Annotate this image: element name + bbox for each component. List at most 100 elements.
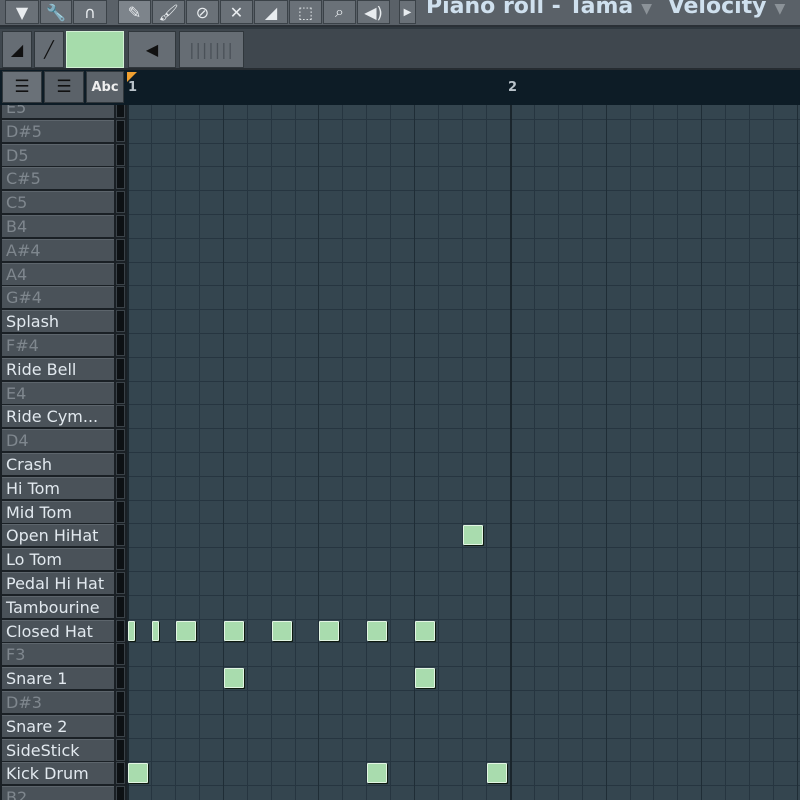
piano-key[interactable]: F#4 [2, 334, 114, 356]
piano-key[interactable]: C#5 [2, 167, 114, 190]
piano-key[interactable]: F3 [2, 643, 114, 666]
piano-key[interactable]: G#4 [2, 286, 114, 309]
select-icon[interactable]: ⬚ [289, 0, 322, 24]
note[interactable] [128, 763, 148, 784]
piano-key[interactable]: D4 [2, 429, 114, 452]
step-scroll-handle[interactable]: ||||||| [179, 31, 244, 68]
key-slider-knob[interactable] [116, 643, 125, 666]
key-slider-knob[interactable] [116, 119, 125, 142]
key-slider-knob[interactable] [116, 714, 125, 737]
note[interactable] [128, 620, 135, 641]
piano-key[interactable]: Mid Tom [2, 500, 114, 523]
piano-key[interactable]: D#3 [2, 691, 114, 713]
piano-key[interactable]: Crash [2, 453, 114, 475]
note[interactable] [175, 620, 196, 641]
piano-key[interactable]: Open HiHat [2, 524, 114, 547]
target-control-select[interactable]: Velocity [668, 0, 767, 19]
playhead-marker[interactable] [127, 72, 137, 82]
key-slider-knob[interactable] [116, 476, 125, 499]
piano-key[interactable]: Kick Drum [2, 762, 114, 785]
note[interactable] [223, 668, 244, 689]
key-slider-knob[interactable] [116, 619, 125, 642]
note[interactable] [151, 620, 159, 641]
piano-key[interactable]: Tambourine [2, 595, 114, 618]
scroll-left-button[interactable]: ◀ [128, 31, 176, 68]
key-slider-knob[interactable] [116, 524, 125, 547]
menu-arrow-icon[interactable]: ▼ [5, 0, 39, 24]
piano-key[interactable]: Pedal Hi Hat [2, 572, 114, 594]
line-tool-icon[interactable]: ╱ [34, 31, 64, 68]
delete-icon[interactable]: ⊘ [186, 0, 219, 24]
slide-tool-icon[interactable]: ◢ [2, 31, 32, 68]
piano-key[interactable]: E4 [2, 381, 114, 404]
key-slider-knob[interactable] [116, 548, 125, 571]
piano-key[interactable]: B2 [2, 786, 114, 800]
key-slider-knob[interactable] [116, 572, 125, 594]
note[interactable] [415, 620, 436, 641]
piano-key[interactable]: D5 [2, 143, 114, 166]
key-slider-knob[interactable] [116, 453, 125, 475]
key-slider-knob[interactable] [116, 738, 125, 761]
piano-key[interactable]: Snare 1 [2, 667, 114, 690]
mute-icon[interactable]: ✕ [220, 0, 253, 24]
key-slider-knob[interactable] [116, 334, 125, 356]
playback-icon[interactable]: ◀) [357, 0, 390, 24]
key-slider-knob[interactable] [116, 167, 125, 190]
piano-key[interactable]: C5 [2, 191, 114, 214]
paint-brush-icon[interactable]: 🖌 [152, 0, 185, 24]
key-slider-knob[interactable] [116, 105, 125, 118]
keyboard-view-icon[interactable]: ☰ [2, 71, 42, 103]
piano-key[interactable]: D#5 [2, 119, 114, 142]
piano-roll-title[interactable]: Piano roll - Tama [426, 0, 633, 19]
chevron-down-icon[interactable]: ▼ [641, 1, 652, 17]
key-slider-knob[interactable] [116, 405, 125, 428]
key-slider-knob[interactable] [116, 595, 125, 618]
note[interactable] [486, 763, 507, 784]
note[interactable] [367, 763, 388, 784]
key-slider-knob[interactable] [116, 238, 125, 261]
note-color-swatch[interactable] [66, 31, 124, 68]
note[interactable] [223, 620, 244, 641]
slice-icon[interactable]: ◢ [254, 0, 288, 24]
pencil-icon[interactable]: ✎ [118, 0, 151, 24]
key-slider-knob[interactable] [116, 786, 125, 800]
keyboard-mode-icon[interactable]: ☰ [44, 71, 84, 103]
key-slider-knob[interactable] [116, 667, 125, 690]
note-names-button[interactable]: Abc [86, 71, 124, 103]
note[interactable] [367, 620, 388, 641]
note-grid[interactable] [127, 105, 800, 800]
key-slider-knob[interactable] [116, 310, 125, 333]
key-slider-knob[interactable] [116, 286, 125, 309]
key-slider-knob[interactable] [116, 429, 125, 452]
piano-key[interactable]: Ride Bell [2, 357, 114, 380]
key-slider-knob[interactable] [116, 500, 125, 523]
piano-key[interactable]: Lo Tom [2, 548, 114, 571]
note[interactable] [415, 668, 436, 689]
piano-key[interactable]: Closed Hat [2, 619, 114, 642]
key-slider-knob[interactable] [116, 691, 125, 713]
zoom-icon[interactable]: ⌕ [323, 0, 356, 24]
piano-key[interactable]: Ride Cym... [2, 405, 114, 428]
key-slider-knob[interactable] [116, 381, 125, 404]
chevron-down-icon[interactable]: ▼ [775, 1, 786, 17]
note[interactable] [319, 620, 340, 641]
expand-arrow-icon[interactable]: ▶ [399, 0, 416, 24]
key-slider-knob[interactable] [116, 357, 125, 380]
piano-key[interactable]: SideStick [2, 738, 114, 761]
wrench-icon[interactable]: 🔧 [40, 0, 72, 24]
piano-key[interactable]: A4 [2, 262, 114, 285]
magnet-icon[interactable]: ∩ [73, 0, 107, 24]
note[interactable] [271, 620, 292, 641]
note[interactable] [463, 525, 484, 546]
key-slider-knob[interactable] [116, 191, 125, 214]
key-slider-knob[interactable] [116, 143, 125, 166]
piano-key[interactable]: E5 [2, 105, 114, 118]
key-slider-knob[interactable] [116, 215, 125, 237]
piano-key[interactable]: Splash [2, 310, 114, 333]
piano-key[interactable]: A#4 [2, 238, 114, 261]
key-slider-knob[interactable] [116, 262, 125, 285]
piano-key[interactable]: B4 [2, 215, 114, 237]
key-slider-knob[interactable] [116, 762, 125, 785]
piano-key[interactable]: Snare 2 [2, 714, 114, 737]
piano-key[interactable]: Hi Tom [2, 476, 114, 499]
